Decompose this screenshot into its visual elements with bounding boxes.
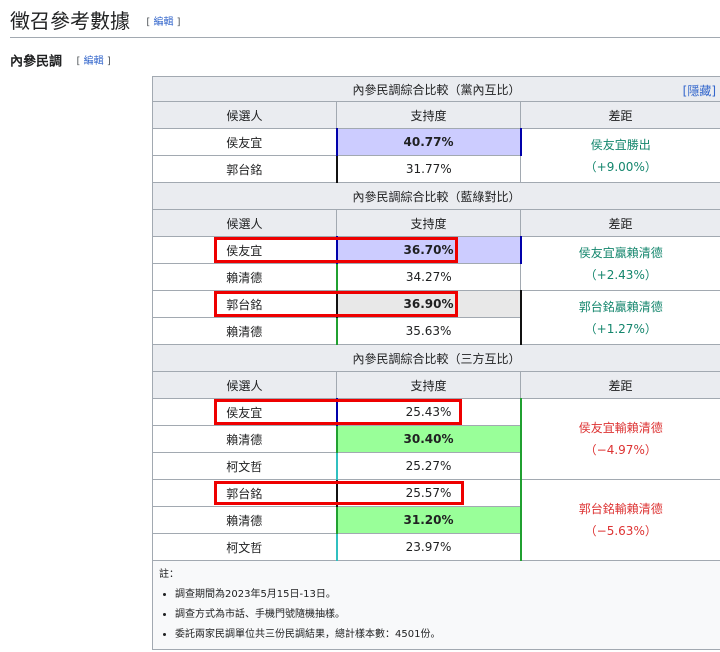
candidate-name: 賴清德	[152, 425, 337, 453]
candidate-name: 賴清德	[152, 263, 337, 291]
candidate-name: 侯友宜	[152, 128, 337, 156]
col-support: 支持度	[336, 101, 521, 129]
section-title-row: 內參民調綜合比較（藍綠對比）	[151, 182, 720, 210]
candidate-name: 賴清德	[152, 317, 337, 345]
notes-cell: 註： 調查期間為2023年5月15日-13日。 調查方式為市話、手機門號隨機抽樣…	[151, 560, 720, 650]
note-item: 委託兩家民調單位共三份民調結果，總計樣本數：4501份。	[175, 625, 714, 645]
support-pct: 23.97%	[335, 533, 522, 561]
section-heading: 徵召參考數據 [ 編輯 ]	[10, 6, 720, 38]
support-pct: 34.27%	[335, 263, 521, 291]
support-pct: 35.63%	[335, 317, 522, 345]
section-title-row: 內參民調綜合比較（黨內互比） [隱藏]	[151, 76, 720, 102]
col-support: 支持度	[336, 209, 521, 237]
note-item: 調查方式為市話、手機門號隨機抽樣。	[175, 605, 714, 625]
header-row: 候選人 支持度 差距	[152, 209, 720, 237]
diff-cell: 侯友宜贏賴清德 （+2.43%）	[519, 236, 720, 291]
notes-list: 調查期間為2023年5月15日-13日。 調查方式為市話、手機門號隨機抽樣。 委…	[159, 585, 714, 645]
support-pct: 25.27%	[335, 452, 522, 480]
table-title: 內參民調綜合比較（三方互比）	[151, 344, 720, 372]
notes-label: 註：	[159, 569, 179, 580]
support-pct: 30.40%	[335, 425, 522, 453]
edit-section: [ 編輯 ]	[146, 16, 181, 28]
diff-value: （−4.97%）	[584, 443, 657, 457]
diff-text: 侯友宜輸賴清德	[578, 421, 663, 435]
header-row: 候選人 支持度 差距	[152, 101, 720, 129]
diff-cell: 侯友宜勝出 （+9.00%）	[519, 128, 720, 183]
subsection-heading: 內參民調 [ 編輯 ]	[10, 52, 111, 73]
col-support: 支持度	[336, 371, 521, 399]
table-title: 內參民調綜合比較（黨內互比）	[352, 82, 521, 97]
diff-cell: 郭台銘輸賴清德 （−5.63%）	[519, 479, 720, 561]
support-pct: 40.77%	[335, 128, 522, 156]
candidate-name: 賴清德	[152, 506, 337, 534]
highlight-box-hou-blue-green	[214, 237, 458, 263]
diff-cell: 侯友宜輸賴清德 （−4.97%）	[519, 398, 720, 480]
notes-row: 註： 調查期間為2023年5月15日-13日。 調查方式為市話、手機門號隨機抽樣…	[151, 560, 720, 650]
subsection-title: 內參民調	[10, 54, 63, 70]
col-candidate: 候選人	[152, 101, 337, 129]
diff-text: 侯友宜勝出	[590, 137, 651, 152]
diff-text: 郭台銘贏賴清德	[578, 299, 663, 314]
diff-text: 侯友宜贏賴清德	[578, 245, 663, 260]
note-item: 調查期間為2023年5月15日-13日。	[175, 585, 714, 605]
support-pct: 31.77%	[335, 155, 521, 183]
col-candidate: 候選人	[152, 209, 337, 237]
hide-toggle[interactable]: [隱藏]	[683, 82, 716, 99]
candidate-name: 郭台銘	[152, 155, 337, 183]
section-title-row: 內參民調綜合比較（三方互比）	[151, 344, 720, 372]
edit-subsection: [ 編輯 ]	[76, 56, 111, 67]
header-row: 候選人 支持度 差距	[152, 371, 720, 399]
diff-text: 郭台銘輸賴清德	[578, 502, 663, 516]
diff-value: （+1.27%）	[584, 321, 657, 336]
edit-link-sub[interactable]: 編輯	[84, 56, 104, 67]
candidate-name: 柯文哲	[152, 452, 337, 480]
candidate-name: 柯文哲	[152, 533, 337, 561]
edit-link[interactable]: 編輯	[153, 17, 173, 28]
highlight-box-hou-three-way	[214, 399, 462, 425]
col-candidate: 候選人	[152, 371, 337, 399]
highlight-box-kuo-three-way	[214, 481, 464, 505]
highlight-box-kuo-blue-green	[214, 291, 458, 317]
diff-value: （+2.43%）	[584, 267, 657, 282]
diff-value: （+9.00%）	[584, 159, 657, 174]
col-diff: 差距	[519, 209, 720, 237]
support-pct: 31.20%	[335, 506, 522, 534]
poll-comparison-table: 內參民調綜合比較（黨內互比） [隱藏] 候選人 支持度 差距 侯友宜 40.77…	[151, 76, 720, 650]
diff-value: （−5.63%）	[584, 524, 657, 538]
table-title: 內參民調綜合比較（藍綠對比）	[151, 182, 720, 210]
diff-cell: 郭台銘贏賴清德 （+1.27%）	[519, 290, 720, 345]
table-row: 侯友宜 40.77% 侯友宜勝出 （+9.00%）	[152, 128, 720, 183]
col-diff: 差距	[519, 371, 720, 399]
section-title: 徵召參考數據	[10, 9, 130, 33]
col-diff: 差距	[519, 101, 720, 129]
